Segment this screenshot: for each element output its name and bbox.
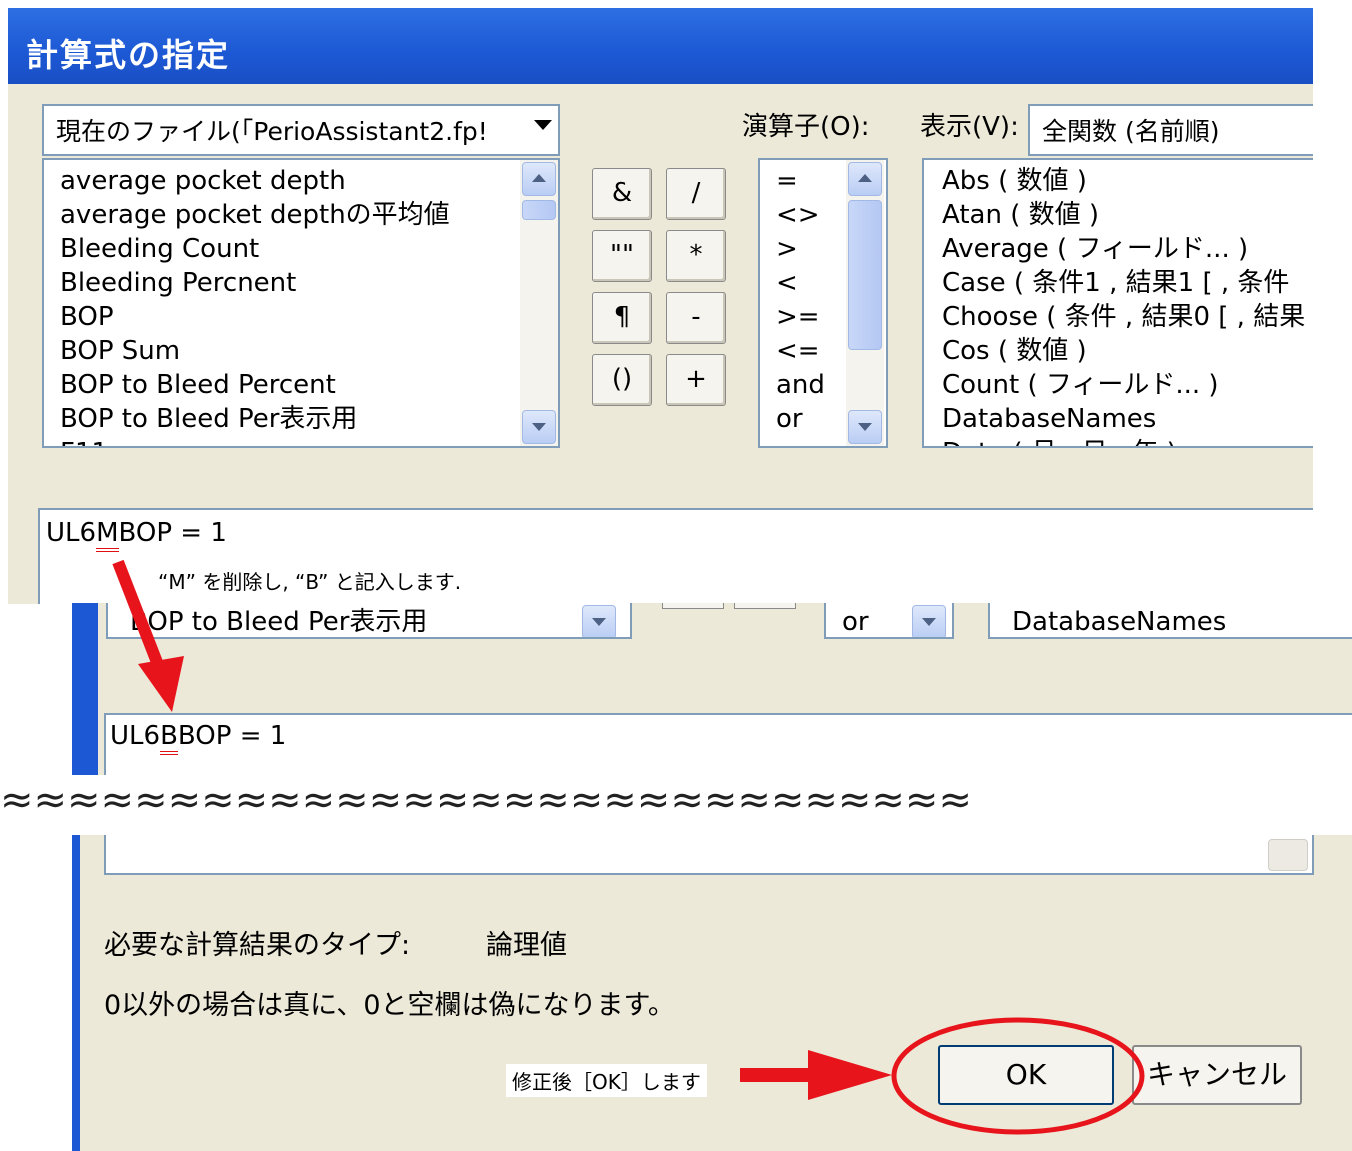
right-arrow-shaft [740, 1068, 810, 1082]
down-arrow-shaft [112, 559, 166, 673]
ok-highlight-ellipse [891, 1017, 1145, 1135]
down-arrow-head [138, 656, 184, 712]
annotation-overlay [112, 559, 1145, 1135]
right-arrow-head [808, 1050, 892, 1100]
